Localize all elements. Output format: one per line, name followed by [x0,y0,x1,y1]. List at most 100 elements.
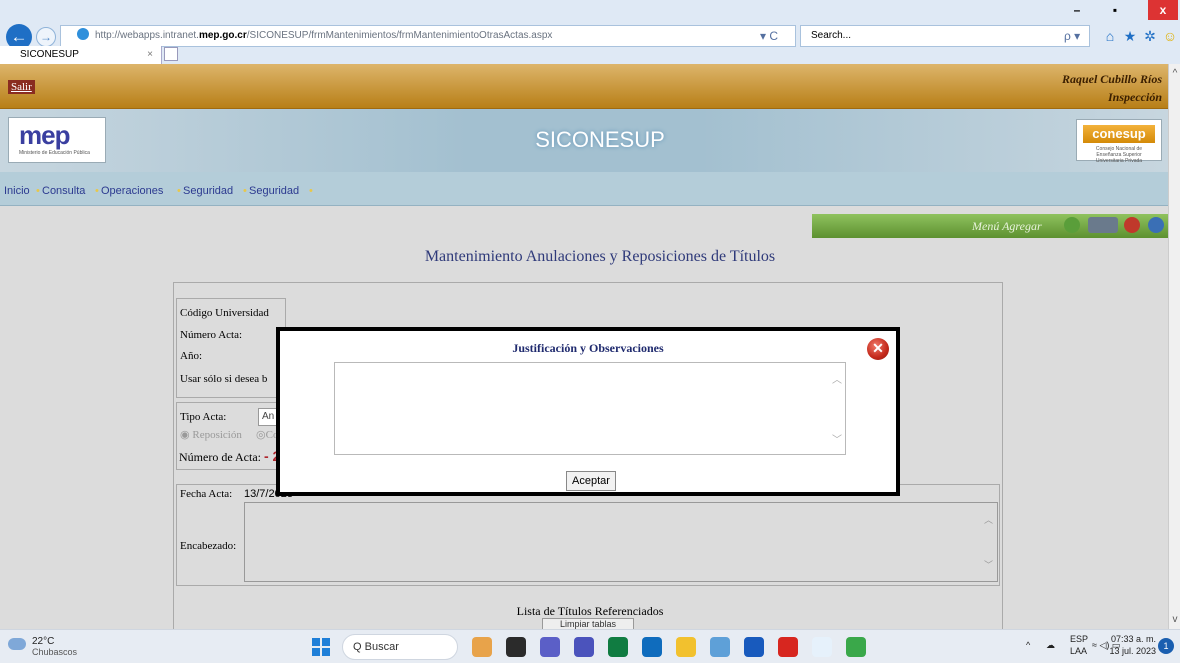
time: 07:33 a. m. [1110,634,1156,644]
main-menu: Inicio • Consulta • Operaciones • Seguri… [0,172,1168,206]
encabezado-label: Encabezado: [180,540,237,552]
windows-start-icon[interactable] [312,638,330,656]
close-tab-icon[interactable]: × [147,46,153,64]
numero-de-acta-label: Número de Acta: [179,450,261,464]
dialog-title: Justificación y Observaciones [512,341,664,355]
maximize-button[interactable]: ▪ [1100,0,1130,20]
taskbar-search-label: Buscar [364,641,399,653]
search-icon[interactable]: ρ ▾ [1064,25,1094,47]
scroll-up-icon[interactable]: ︿ [984,513,993,526]
tipo-acta-label: Tipo Acta: [180,411,227,423]
taskbar-app-icon[interactable] [574,637,594,657]
address-bar[interactable]: http://webapps.intranet.mep.go.cr/SICONE… [60,25,796,47]
conesup-logo: conesup Consejo Nacional de Enseñanza Su… [1076,119,1162,164]
clock[interactable]: 07:33 a. m. 13 jul. 2023 [1100,633,1156,657]
weather-desc: Chubascos [32,647,78,657]
home-icon[interactable]: ⌂ [1100,25,1120,47]
taskbar-app-icon[interactable] [642,637,662,657]
scroll-down-icon[interactable]: ﹀ [984,558,993,571]
limpiar-tablas-button[interactable]: Limpiar tablas [542,618,634,629]
taskbar-app-icon[interactable] [506,637,526,657]
page-scrollbar[interactable]: ^ v [1168,64,1180,629]
close-window-button[interactable]: x [1148,0,1178,20]
menu-agregar-label: Menú Agregar [972,219,1042,233]
taskbar-apps [472,630,892,663]
menu-agregar-bar: Menú Agregar [812,214,1168,238]
star-icon[interactable]: ★ [1120,25,1140,47]
page-title: Mantenimiento Anulaciones y Reposiciones… [424,248,776,265]
scroll-up-arrow-icon[interactable]: ^ [1169,68,1180,79]
forward-button[interactable]: → [36,27,56,47]
url-path: /SICONESUP/frmMantenimientos/frmMantenim… [246,30,553,41]
gear-icon[interactable]: ✲ [1140,25,1160,47]
new-tab-button[interactable] [164,47,178,61]
save-icon[interactable] [1148,217,1164,233]
menu-separator: • [309,185,313,197]
justificacion-textarea[interactable] [334,362,846,455]
minimize-button[interactable]: – [1062,0,1092,20]
radio-unchecked-icon: ◎ [256,429,266,441]
reposicion-label: Reposición [192,429,242,441]
codigo-universidad-label: Código Universidad [180,307,269,319]
taskbar-app-icon[interactable] [812,637,832,657]
search-icon: Q [353,641,362,653]
temperature: 22°C [32,636,55,647]
menu-separator: • [177,185,181,197]
browser-tab[interactable]: SICONESUP × [0,46,162,64]
taskbar-app-icon[interactable] [540,637,560,657]
taskbar-app-icon[interactable] [744,637,764,657]
user-role: Inspección [1108,90,1162,104]
taskbar-search[interactable]: Q Buscar [342,634,458,660]
url-prefix: http://webapps.intranet. [95,30,199,41]
user-info: Raquel Cubillo Ríos Inspección [1062,70,1162,106]
date: 13 jul. 2023 [1109,646,1156,656]
radio-checked-icon: ◉ [180,429,190,441]
numero-acta-label: Número Acta: [180,329,243,341]
mep-logo: mep Ministerio de Educación Pública [8,117,106,163]
lang-code[interactable]: ESP [1070,634,1088,644]
menu-item-operaciones[interactable]: Operaciones [101,185,163,197]
browser-search-input[interactable]: Search... [800,25,1090,47]
taskbar-app-icon[interactable] [710,637,730,657]
taskbar-app-icon[interactable] [846,637,866,657]
user-name: Raquel Cubillo Ríos [1061,72,1162,86]
conesup-logo-text: conesup [1083,125,1155,143]
taskbar-app-icon[interactable] [472,637,492,657]
weather-widget[interactable]: 22°C Chubascos [8,634,88,660]
aceptar-button[interactable]: Aceptar [566,471,616,491]
refresh-icon[interactable]: ▾ C [760,25,794,47]
mep-logo-text: mep [19,120,70,150]
smiley-icon[interactable]: ☺ [1160,25,1180,47]
cloud-rain-icon [8,638,26,650]
tray-chevron-icon[interactable]: ^ [1026,640,1030,650]
usar-solo-label: Usar sólo si desea b [180,373,268,385]
lista-titulos-heading: Lista de Títulos Referenciados [516,604,664,618]
textarea-scroll-down-icon[interactable]: ﹀ [832,431,842,446]
salir-link[interactable]: Salir [8,80,35,94]
taskbar-app-icon[interactable] [608,637,628,657]
encabezado-textarea[interactable]: ︿ ﹀ [244,502,998,582]
conesup-logo-subtitle: Consejo Nacional de Enseñanza Superior U… [1095,146,1143,164]
cloud-icon[interactable]: ☁ [1046,640,1055,651]
menu-item-inicio[interactable]: Inicio [4,185,30,197]
scroll-down-arrow-icon[interactable]: v [1169,614,1180,625]
mep-logo-subtitle: Ministerio de Educación Pública [19,150,90,156]
menu-item-seguridad-2[interactable]: Seguridad [249,185,299,197]
tab-title: SICONESUP [20,49,79,60]
taskbar-app-icon[interactable] [676,637,696,657]
refresh-green-icon[interactable] [1064,217,1080,233]
textarea-scroll-up-icon[interactable]: ︿ [832,371,842,386]
delete-icon[interactable] [1124,217,1140,233]
people-icon[interactable] [1088,217,1118,233]
ie-icon [77,28,89,40]
menu-item-seguridad[interactable]: Seguridad [183,185,233,197]
reposicion-radio[interactable]: ◉ Reposición [180,428,242,441]
menu-separator: • [243,185,247,197]
keyboard-layout[interactable]: LAA [1070,646,1087,656]
windows-taskbar: 22°C Chubascos Q Buscar ^ ☁ ESP LAA ≈ ◁)… [0,629,1180,663]
justificacion-dialog: Justificación y Observaciones ✕ ︿ ﹀ Acep… [276,327,900,496]
taskbar-app-icon[interactable] [778,637,798,657]
menu-item-consulta[interactable]: Consulta [42,185,85,197]
close-dialog-icon[interactable]: ✕ [867,338,889,360]
notification-badge[interactable]: 1 [1158,638,1174,654]
